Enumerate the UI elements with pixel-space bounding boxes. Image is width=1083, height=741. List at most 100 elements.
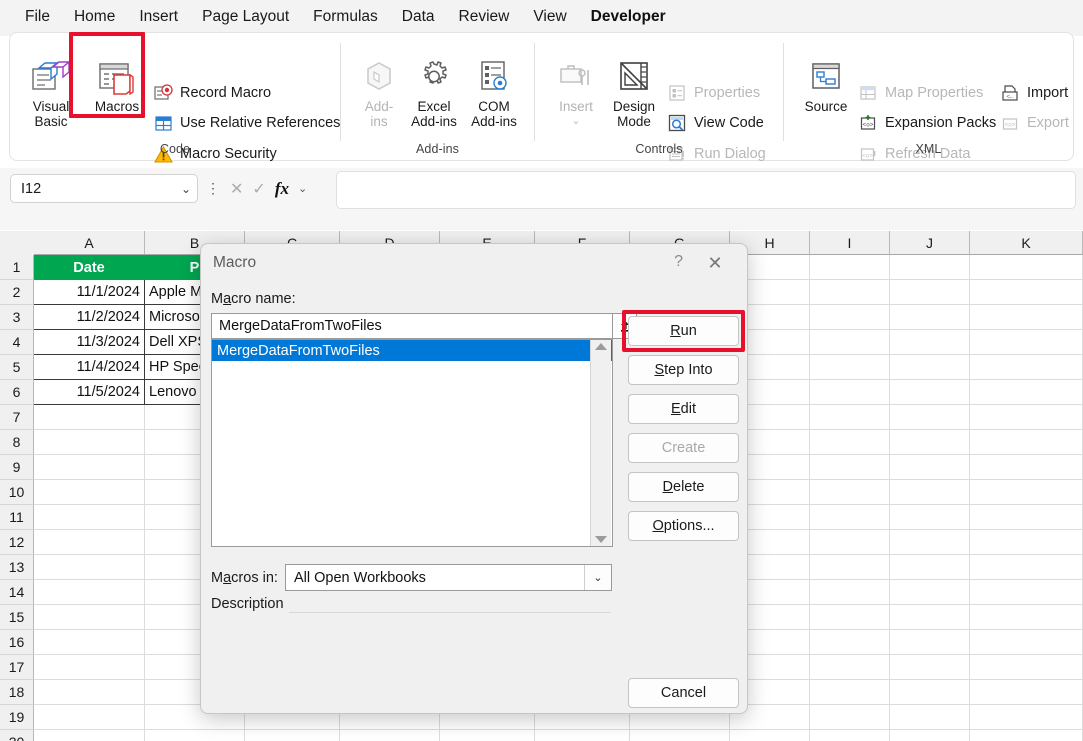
cell-H20[interactable] bbox=[730, 730, 810, 741]
confirm-formula-icon[interactable]: ✓ bbox=[252, 179, 265, 199]
row-header-10[interactable]: 10 bbox=[0, 480, 34, 505]
help-icon[interactable]: ? bbox=[674, 253, 683, 271]
tab-home[interactable]: Home bbox=[63, 4, 126, 32]
tab-file[interactable]: File bbox=[14, 4, 61, 32]
cell-J10[interactable] bbox=[890, 480, 970, 505]
cell-A19[interactable] bbox=[34, 705, 145, 730]
cell-G20[interactable] bbox=[630, 730, 730, 741]
row-header-9[interactable]: 9 bbox=[0, 455, 34, 480]
cell-A10[interactable] bbox=[34, 480, 145, 505]
tab-page-layout[interactable]: Page Layout bbox=[191, 4, 300, 32]
formula-input[interactable] bbox=[336, 171, 1076, 209]
cell-J4[interactable] bbox=[890, 330, 970, 355]
cell-J13[interactable] bbox=[890, 555, 970, 580]
cell-A8[interactable] bbox=[34, 430, 145, 455]
cell-K3[interactable] bbox=[970, 305, 1083, 330]
list-item[interactable]: MergeDataFromTwoFiles bbox=[212, 340, 612, 361]
cell-I16[interactable] bbox=[810, 630, 890, 655]
cell-K9[interactable] bbox=[970, 455, 1083, 480]
row-header-6[interactable]: 6 bbox=[0, 380, 34, 405]
use-relative-references-button[interactable]: Use Relative References bbox=[153, 110, 340, 136]
cell-I3[interactable] bbox=[810, 305, 890, 330]
macro-name-input[interactable]: MergeDataFromTwoFiles bbox=[211, 313, 613, 339]
cell-D20[interactable] bbox=[340, 730, 440, 741]
column-header-I[interactable]: I bbox=[810, 231, 890, 255]
cancel-button[interactable]: Cancel bbox=[628, 678, 739, 708]
cell-I1[interactable] bbox=[810, 255, 890, 280]
row-header-17[interactable]: 17 bbox=[0, 655, 34, 680]
chevron-down-icon[interactable]: ⌄ bbox=[298, 182, 307, 195]
cell-A18[interactable] bbox=[34, 680, 145, 705]
cell-I17[interactable] bbox=[810, 655, 890, 680]
cell-J18[interactable] bbox=[890, 680, 970, 705]
row-header-16[interactable]: 16 bbox=[0, 630, 34, 655]
cell-A16[interactable] bbox=[34, 630, 145, 655]
cell-I10[interactable] bbox=[810, 480, 890, 505]
cell-J9[interactable] bbox=[890, 455, 970, 480]
cell-K6[interactable] bbox=[970, 380, 1083, 405]
column-header-K[interactable]: K bbox=[970, 231, 1083, 255]
macro-listbox[interactable]: MergeDataFromTwoFiles bbox=[211, 339, 613, 547]
row-header-13[interactable]: 13 bbox=[0, 555, 34, 580]
cell-A3[interactable]: 11/2/2024 bbox=[34, 305, 145, 330]
chevron-down-icon[interactable]: ⌄ bbox=[584, 565, 611, 590]
cell-I19[interactable] bbox=[810, 705, 890, 730]
macros-in-dropdown[interactable]: All Open Workbooks ⌄ bbox=[285, 564, 612, 591]
cell-I18[interactable] bbox=[810, 680, 890, 705]
import-button[interactable]: <← Import bbox=[1000, 80, 1068, 106]
cell-I13[interactable] bbox=[810, 555, 890, 580]
cell-J14[interactable] bbox=[890, 580, 970, 605]
cell-A20[interactable] bbox=[34, 730, 145, 741]
row-header-3[interactable]: 3 bbox=[0, 305, 34, 330]
cell-J3[interactable] bbox=[890, 305, 970, 330]
tab-developer[interactable]: Developer bbox=[580, 4, 677, 35]
cell-A12[interactable] bbox=[34, 530, 145, 555]
row-header-11[interactable]: 11 bbox=[0, 505, 34, 530]
cell-I6[interactable] bbox=[810, 380, 890, 405]
column-header-J[interactable]: J bbox=[890, 231, 970, 255]
macro-list-scrollbar[interactable] bbox=[590, 340, 611, 546]
row-header-8[interactable]: 8 bbox=[0, 430, 34, 455]
row-header-1[interactable]: 1 bbox=[0, 255, 34, 280]
cell-A9[interactable] bbox=[34, 455, 145, 480]
source-button[interactable]: Source bbox=[800, 55, 852, 114]
cell-K13[interactable] bbox=[970, 555, 1083, 580]
cell-J20[interactable] bbox=[890, 730, 970, 741]
cell-A14[interactable] bbox=[34, 580, 145, 605]
expansion-packs-button[interactable]: <o> Expansion Packs bbox=[858, 110, 996, 136]
cell-I8[interactable] bbox=[810, 430, 890, 455]
cell-B20[interactable] bbox=[145, 730, 245, 741]
cell-J7[interactable] bbox=[890, 405, 970, 430]
cell-K11[interactable] bbox=[970, 505, 1083, 530]
cell-K19[interactable] bbox=[970, 705, 1083, 730]
cell-I2[interactable] bbox=[810, 280, 890, 305]
cell-K14[interactable] bbox=[970, 580, 1083, 605]
row-header-5[interactable]: 5 bbox=[0, 355, 34, 380]
cell-I9[interactable] bbox=[810, 455, 890, 480]
insert-function-icon[interactable]: fx bbox=[275, 179, 289, 199]
cell-K18[interactable] bbox=[970, 680, 1083, 705]
cell-A17[interactable] bbox=[34, 655, 145, 680]
cell-J6[interactable] bbox=[890, 380, 970, 405]
cell-K12[interactable] bbox=[970, 530, 1083, 555]
row-header-20[interactable]: 20 bbox=[0, 730, 34, 741]
tab-review[interactable]: Review bbox=[448, 4, 521, 32]
cell-K5[interactable] bbox=[970, 355, 1083, 380]
cell-K20[interactable] bbox=[970, 730, 1083, 741]
edit-button[interactable]: Edit bbox=[628, 394, 739, 424]
cell-J8[interactable] bbox=[890, 430, 970, 455]
cell-J16[interactable] bbox=[890, 630, 970, 655]
cell-A5[interactable]: 11/4/2024 bbox=[34, 355, 145, 380]
cell-C20[interactable] bbox=[245, 730, 340, 741]
cell-K4[interactable] bbox=[970, 330, 1083, 355]
cancel-formula-icon[interactable]: ✕ bbox=[230, 179, 243, 199]
cell-I5[interactable] bbox=[810, 355, 890, 380]
cell-A15[interactable] bbox=[34, 605, 145, 630]
tab-view[interactable]: View bbox=[522, 4, 577, 32]
cell-J19[interactable] bbox=[890, 705, 970, 730]
row-header-12[interactable]: 12 bbox=[0, 530, 34, 555]
cell-A11[interactable] bbox=[34, 505, 145, 530]
close-icon[interactable]: ✕ bbox=[693, 248, 737, 278]
cell-K15[interactable] bbox=[970, 605, 1083, 630]
row-header-18[interactable]: 18 bbox=[0, 680, 34, 705]
